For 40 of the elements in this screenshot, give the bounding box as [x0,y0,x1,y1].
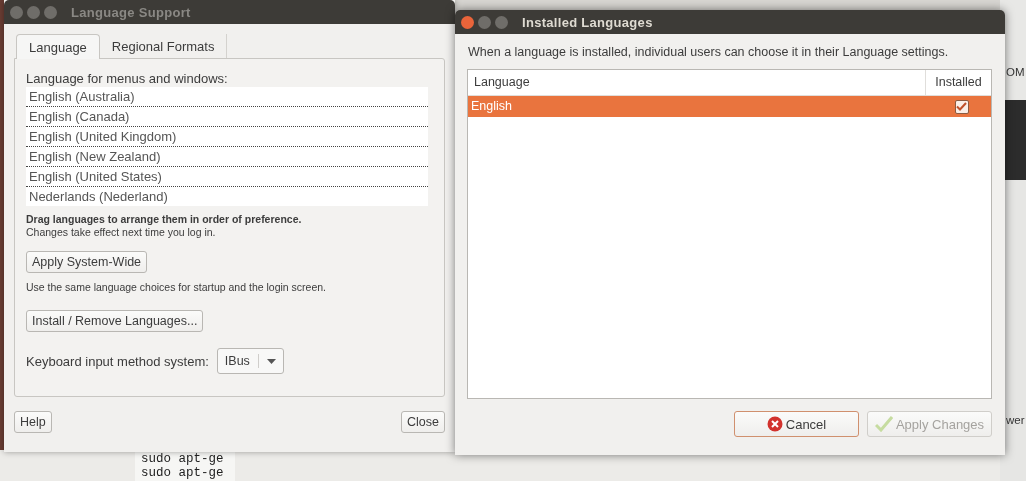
caret-icon [266,358,276,364]
minimize-button[interactable] [478,15,491,29]
dropdown[interactable]: IBus [216,348,284,374]
terminal-line: sudo apt-ge [140,466,225,480]
text-fragment: wer [1006,414,1025,426]
install-button[interactable]: Install / Remove Languages... [26,310,204,332]
table-cell-text: English [470,98,513,115]
text-fragment: OM [1006,66,1025,78]
check-icon [956,102,967,111]
field-label: Keyboard input method system: [26,353,209,369]
hint-text: Drag languages to arrange them in order of preference. [26,213,303,225]
close-button[interactable]: Close [401,411,445,433]
minimize-button[interactable] [27,5,40,19]
terminal-line: sudo apt-ge [140,452,225,466]
apply-button[interactable]: Apply System-Wide [26,251,148,273]
close-button[interactable] [10,5,23,19]
close-button[interactable] [461,15,474,29]
help-button[interactable]: Help [14,411,52,433]
maximize-button[interactable] [44,5,57,19]
cancel-icon [766,416,783,432]
description-text: When a language is installed, individual users can choose it in their Language settings. [467,45,950,59]
list-label: Language for menus and windows: [26,71,229,86]
hint-text: Changes take effect next time you log in. [26,226,217,238]
note-text: Use the same language choices for startup and the login screen. [26,281,327,293]
apply-changes-button: Apply Changes [867,411,992,437]
checkbox[interactable] [954,99,969,114]
list-item[interactable]: English (United States) [26,167,428,187]
tab[interactable]: Language [16,34,100,59]
check-icon [874,416,893,432]
column-header[interactable]: Installed [925,70,991,95]
list-item[interactable]: English (New Zealand) [26,147,428,167]
window-title: Installed Languages [522,14,653,30]
list-item[interactable]: English (Canada) [26,107,428,127]
list-item[interactable]: English (Australia) [26,87,428,107]
maximize-button[interactable] [495,15,508,29]
list-item[interactable]: English (United Kingdom) [26,127,428,147]
cancel-button[interactable]: Cancel [734,411,859,437]
column-header[interactable]: Language [468,70,925,95]
window-title: Language Support [71,4,191,20]
list-item[interactable]: Nederlands (Nederland) [26,187,428,206]
